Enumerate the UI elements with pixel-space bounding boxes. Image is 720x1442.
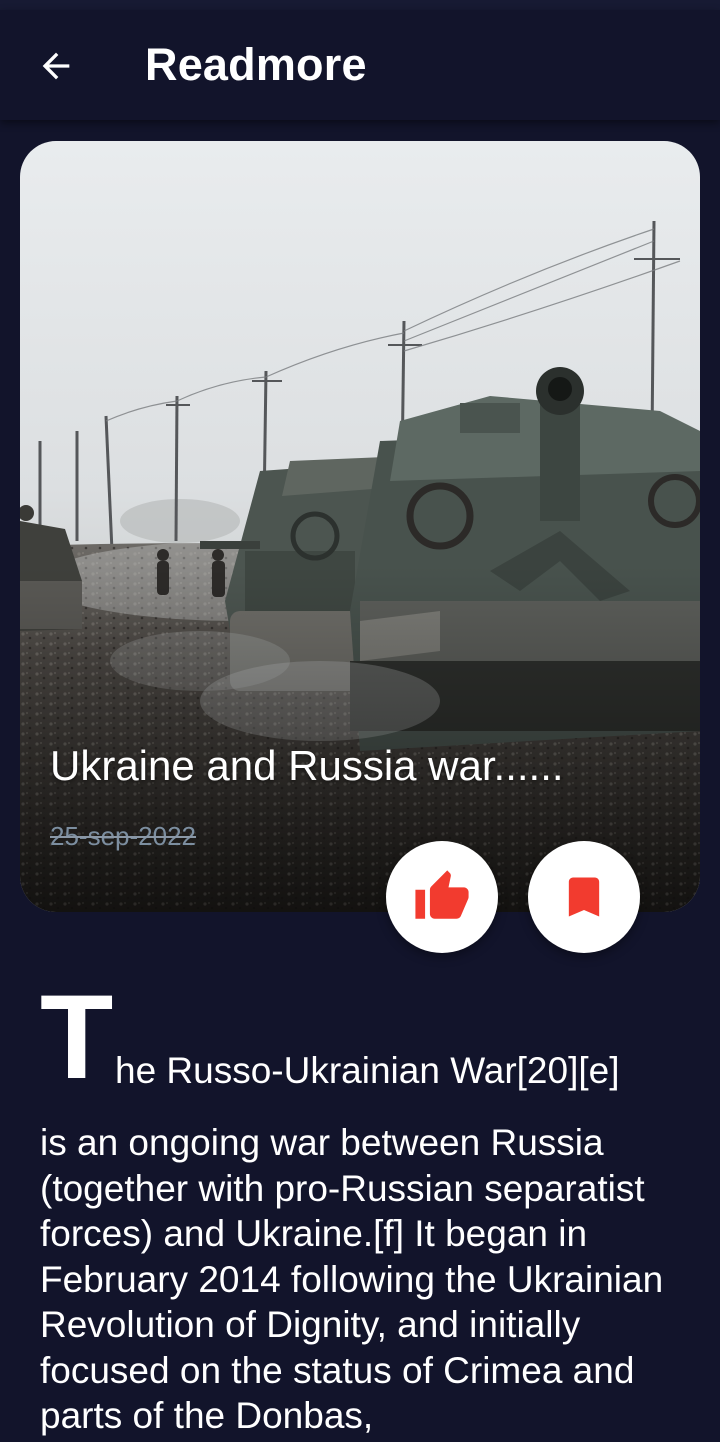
article-first-line: he Russo-Ukrainian War[20][e]: [115, 1050, 620, 1091]
status-bar: [0, 0, 720, 10]
like-button[interactable]: [386, 841, 498, 953]
hero-date: 25-sep-2022: [50, 821, 196, 851]
back-button[interactable]: [30, 40, 82, 92]
article-opening: T he Russo-Ukrainian War[20][e]: [40, 977, 680, 1120]
hero-image: [20, 141, 700, 912]
bookmark-button[interactable]: [528, 841, 640, 953]
arrow-left-icon: [42, 52, 70, 80]
bookmark-icon: [568, 877, 600, 917]
thumbs-up-icon: [415, 870, 469, 919]
app-bar: Readmore: [0, 10, 720, 120]
article-body: T he Russo-Ukrainian War[20][e] is an on…: [40, 977, 680, 1439]
page-title: Readmore: [145, 39, 367, 90]
article-paragraph: is an ongoing war between Russia (togeth…: [40, 1122, 664, 1436]
hero-title: Ukraine and Russia war......: [50, 742, 564, 789]
hero-card[interactable]: Ukraine and Russia war...... 25-sep-2022: [20, 141, 700, 912]
drop-cap: T: [40, 970, 114, 1104]
